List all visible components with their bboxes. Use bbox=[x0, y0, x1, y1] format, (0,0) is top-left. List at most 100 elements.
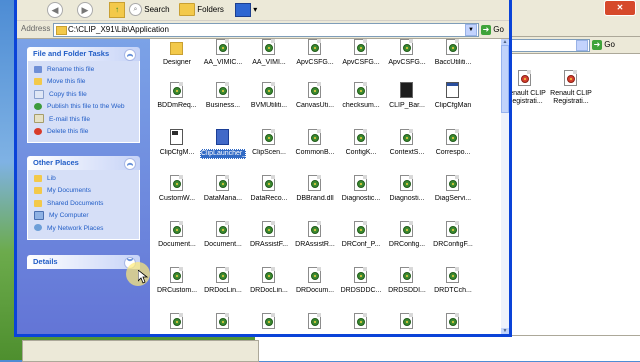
file-item[interactable]: DRConf_P... bbox=[338, 221, 384, 249]
panel-header[interactable]: File and Folder Tasks ︽ bbox=[27, 47, 140, 61]
file-item[interactable]: BDDmReq... bbox=[154, 82, 200, 110]
file-item[interactable]: Document... bbox=[154, 221, 200, 249]
file-item[interactable] bbox=[430, 313, 476, 333]
chevron-down-icon[interactable] bbox=[576, 40, 588, 51]
place-label: Lib bbox=[47, 175, 56, 182]
file-item[interactable]: DRCustom... bbox=[154, 267, 200, 295]
dll-icon bbox=[445, 129, 461, 147]
dll-icon bbox=[353, 82, 369, 100]
file-item[interactable]: Document... bbox=[200, 221, 246, 249]
file-item[interactable]: DRAssistR... bbox=[292, 221, 338, 249]
file-item[interactable]: DRDSDDI... bbox=[384, 267, 430, 295]
file-item[interactable]: ApvCSFG... bbox=[384, 39, 430, 67]
dll-icon bbox=[445, 313, 461, 331]
file-item[interactable]: DRAssistF... bbox=[246, 221, 292, 249]
address-input[interactable]: C:\CLIP_X91\Lib\Application bbox=[53, 23, 479, 37]
file-item[interactable]: DRDSDDC... bbox=[338, 267, 384, 295]
file-item[interactable]: DataMana... bbox=[200, 175, 246, 203]
dll-icon bbox=[399, 39, 415, 57]
file-item[interactable]: CanvasUti... bbox=[292, 82, 338, 110]
file-item[interactable]: DRDocLin... bbox=[246, 267, 292, 295]
file-item[interactable]: ClipCfgM... bbox=[154, 129, 200, 157]
place-my-documents[interactable]: My Documents bbox=[34, 185, 135, 197]
forward-button[interactable]: ▶ bbox=[77, 2, 93, 18]
chevron-up-icon[interactable]: ︽ bbox=[124, 158, 136, 170]
dll-icon bbox=[307, 313, 323, 331]
registration-icon bbox=[563, 70, 579, 88]
task-delete[interactable]: Delete this file bbox=[34, 126, 135, 138]
panel-header[interactable]: Other Places ︽ bbox=[27, 156, 140, 170]
file-item[interactable]: Business... bbox=[200, 82, 246, 110]
file-item[interactable]: DataReco... bbox=[246, 175, 292, 203]
file-item[interactable]: Correspo... bbox=[430, 129, 476, 157]
task-copy[interactable]: Copy this file bbox=[34, 89, 135, 101]
place-my-computer[interactable]: My Computer bbox=[34, 210, 135, 222]
address-path: C:\CLIP_X91\Lib\Application bbox=[68, 25, 169, 34]
file-item[interactable]: Diagnosti... bbox=[384, 175, 430, 203]
task-publish[interactable]: Publish this file to the Web bbox=[34, 101, 135, 113]
task-label: Move this file bbox=[47, 78, 86, 86]
file-item[interactable]: CLIP_Bar... bbox=[384, 82, 430, 110]
file-item[interactable]: Designer bbox=[154, 39, 200, 67]
file-item[interactable]: ContextS... bbox=[384, 129, 430, 157]
search-button[interactable]: ⌕ Search bbox=[129, 2, 170, 18]
file-item[interactable]: Renault CLIP Registrati... bbox=[548, 70, 594, 106]
file-label: DiagServi... bbox=[434, 195, 472, 202]
chevron-down-icon[interactable]: ▼ bbox=[465, 24, 477, 36]
place-lib[interactable]: Lib bbox=[34, 173, 135, 185]
go-button[interactable]: ➜ Go bbox=[481, 23, 511, 36]
file-item[interactable]: Diagnostic... bbox=[338, 175, 384, 203]
file-item[interactable]: DRDocLin... bbox=[200, 267, 246, 295]
place-shared-documents[interactable]: Shared Documents bbox=[34, 198, 135, 210]
panel-header[interactable]: Details ︾ bbox=[27, 255, 140, 269]
background-go-button[interactable]: ➜ Go bbox=[592, 39, 626, 51]
file-item[interactable]: BVMUtiliti... bbox=[246, 82, 292, 110]
file-item[interactable]: CommonB... bbox=[292, 129, 338, 157]
file-item[interactable] bbox=[338, 313, 384, 333]
file-label: AA_VIMI... bbox=[252, 59, 286, 66]
task-rename[interactable]: Rename this file bbox=[34, 64, 135, 76]
file-item[interactable]: DRConfigF... bbox=[430, 221, 476, 249]
file-item[interactable]: DBBrand.dll bbox=[292, 175, 338, 203]
file-item[interactable] bbox=[292, 313, 338, 333]
views-button[interactable]: ▾ bbox=[235, 2, 257, 18]
file-item[interactable]: ClipLauncher_X91 bbox=[200, 129, 246, 159]
file-item[interactable]: DRDTCch... bbox=[430, 267, 476, 295]
file-label: CustomW... bbox=[158, 195, 196, 202]
file-item[interactable]: ClipScen... bbox=[246, 129, 292, 157]
chevron-up-icon[interactable]: ︽ bbox=[124, 49, 136, 61]
file-item[interactable]: AA_VIMI... bbox=[246, 39, 292, 67]
scroll-down-icon[interactable]: ▼ bbox=[501, 328, 509, 334]
file-item[interactable]: DiagServi... bbox=[430, 175, 476, 203]
file-item[interactable]: checksum... bbox=[338, 82, 384, 110]
dll-icon bbox=[307, 175, 323, 193]
file-item[interactable]: ApvCSFG... bbox=[292, 39, 338, 67]
file-label: checksum... bbox=[342, 102, 380, 109]
file-item[interactable]: ApvCSFG... bbox=[338, 39, 384, 67]
file-item[interactable] bbox=[246, 313, 292, 333]
up-folder-button[interactable]: ↑ bbox=[109, 2, 125, 18]
place-network[interactable]: My Network Places bbox=[34, 223, 135, 235]
file-item[interactable] bbox=[200, 313, 246, 333]
file-label: BDDmReq... bbox=[157, 102, 197, 109]
folders-button[interactable]: Folders bbox=[179, 2, 224, 18]
scrollbar-thumb[interactable] bbox=[501, 45, 509, 113]
dll-icon bbox=[353, 267, 369, 285]
file-item[interactable]: AA_VIMIC... bbox=[200, 39, 246, 67]
file-item[interactable] bbox=[154, 313, 200, 333]
place-label: My Documents bbox=[47, 187, 91, 195]
dll-icon bbox=[169, 221, 185, 239]
file-item[interactable]: CustomW... bbox=[154, 175, 200, 203]
back-button[interactable]: ◀ bbox=[47, 2, 63, 18]
task-move[interactable]: Move this file bbox=[34, 76, 135, 88]
dll-icon bbox=[215, 313, 231, 331]
file-item[interactable]: ClipCfgMan bbox=[430, 82, 476, 110]
file-item[interactable] bbox=[384, 313, 430, 333]
file-item[interactable]: ConfigK... bbox=[338, 129, 384, 157]
close-button[interactable]: ✕ bbox=[604, 0, 636, 16]
task-email[interactable]: E-mail this file bbox=[34, 114, 135, 126]
file-item[interactable]: DRConfig... bbox=[384, 221, 430, 249]
file-item[interactable]: DRDocum... bbox=[292, 267, 338, 295]
vertical-scrollbar[interactable]: ▲ ▼ bbox=[501, 39, 509, 334]
file-item[interactable]: BaccUtiliti... bbox=[430, 39, 476, 67]
